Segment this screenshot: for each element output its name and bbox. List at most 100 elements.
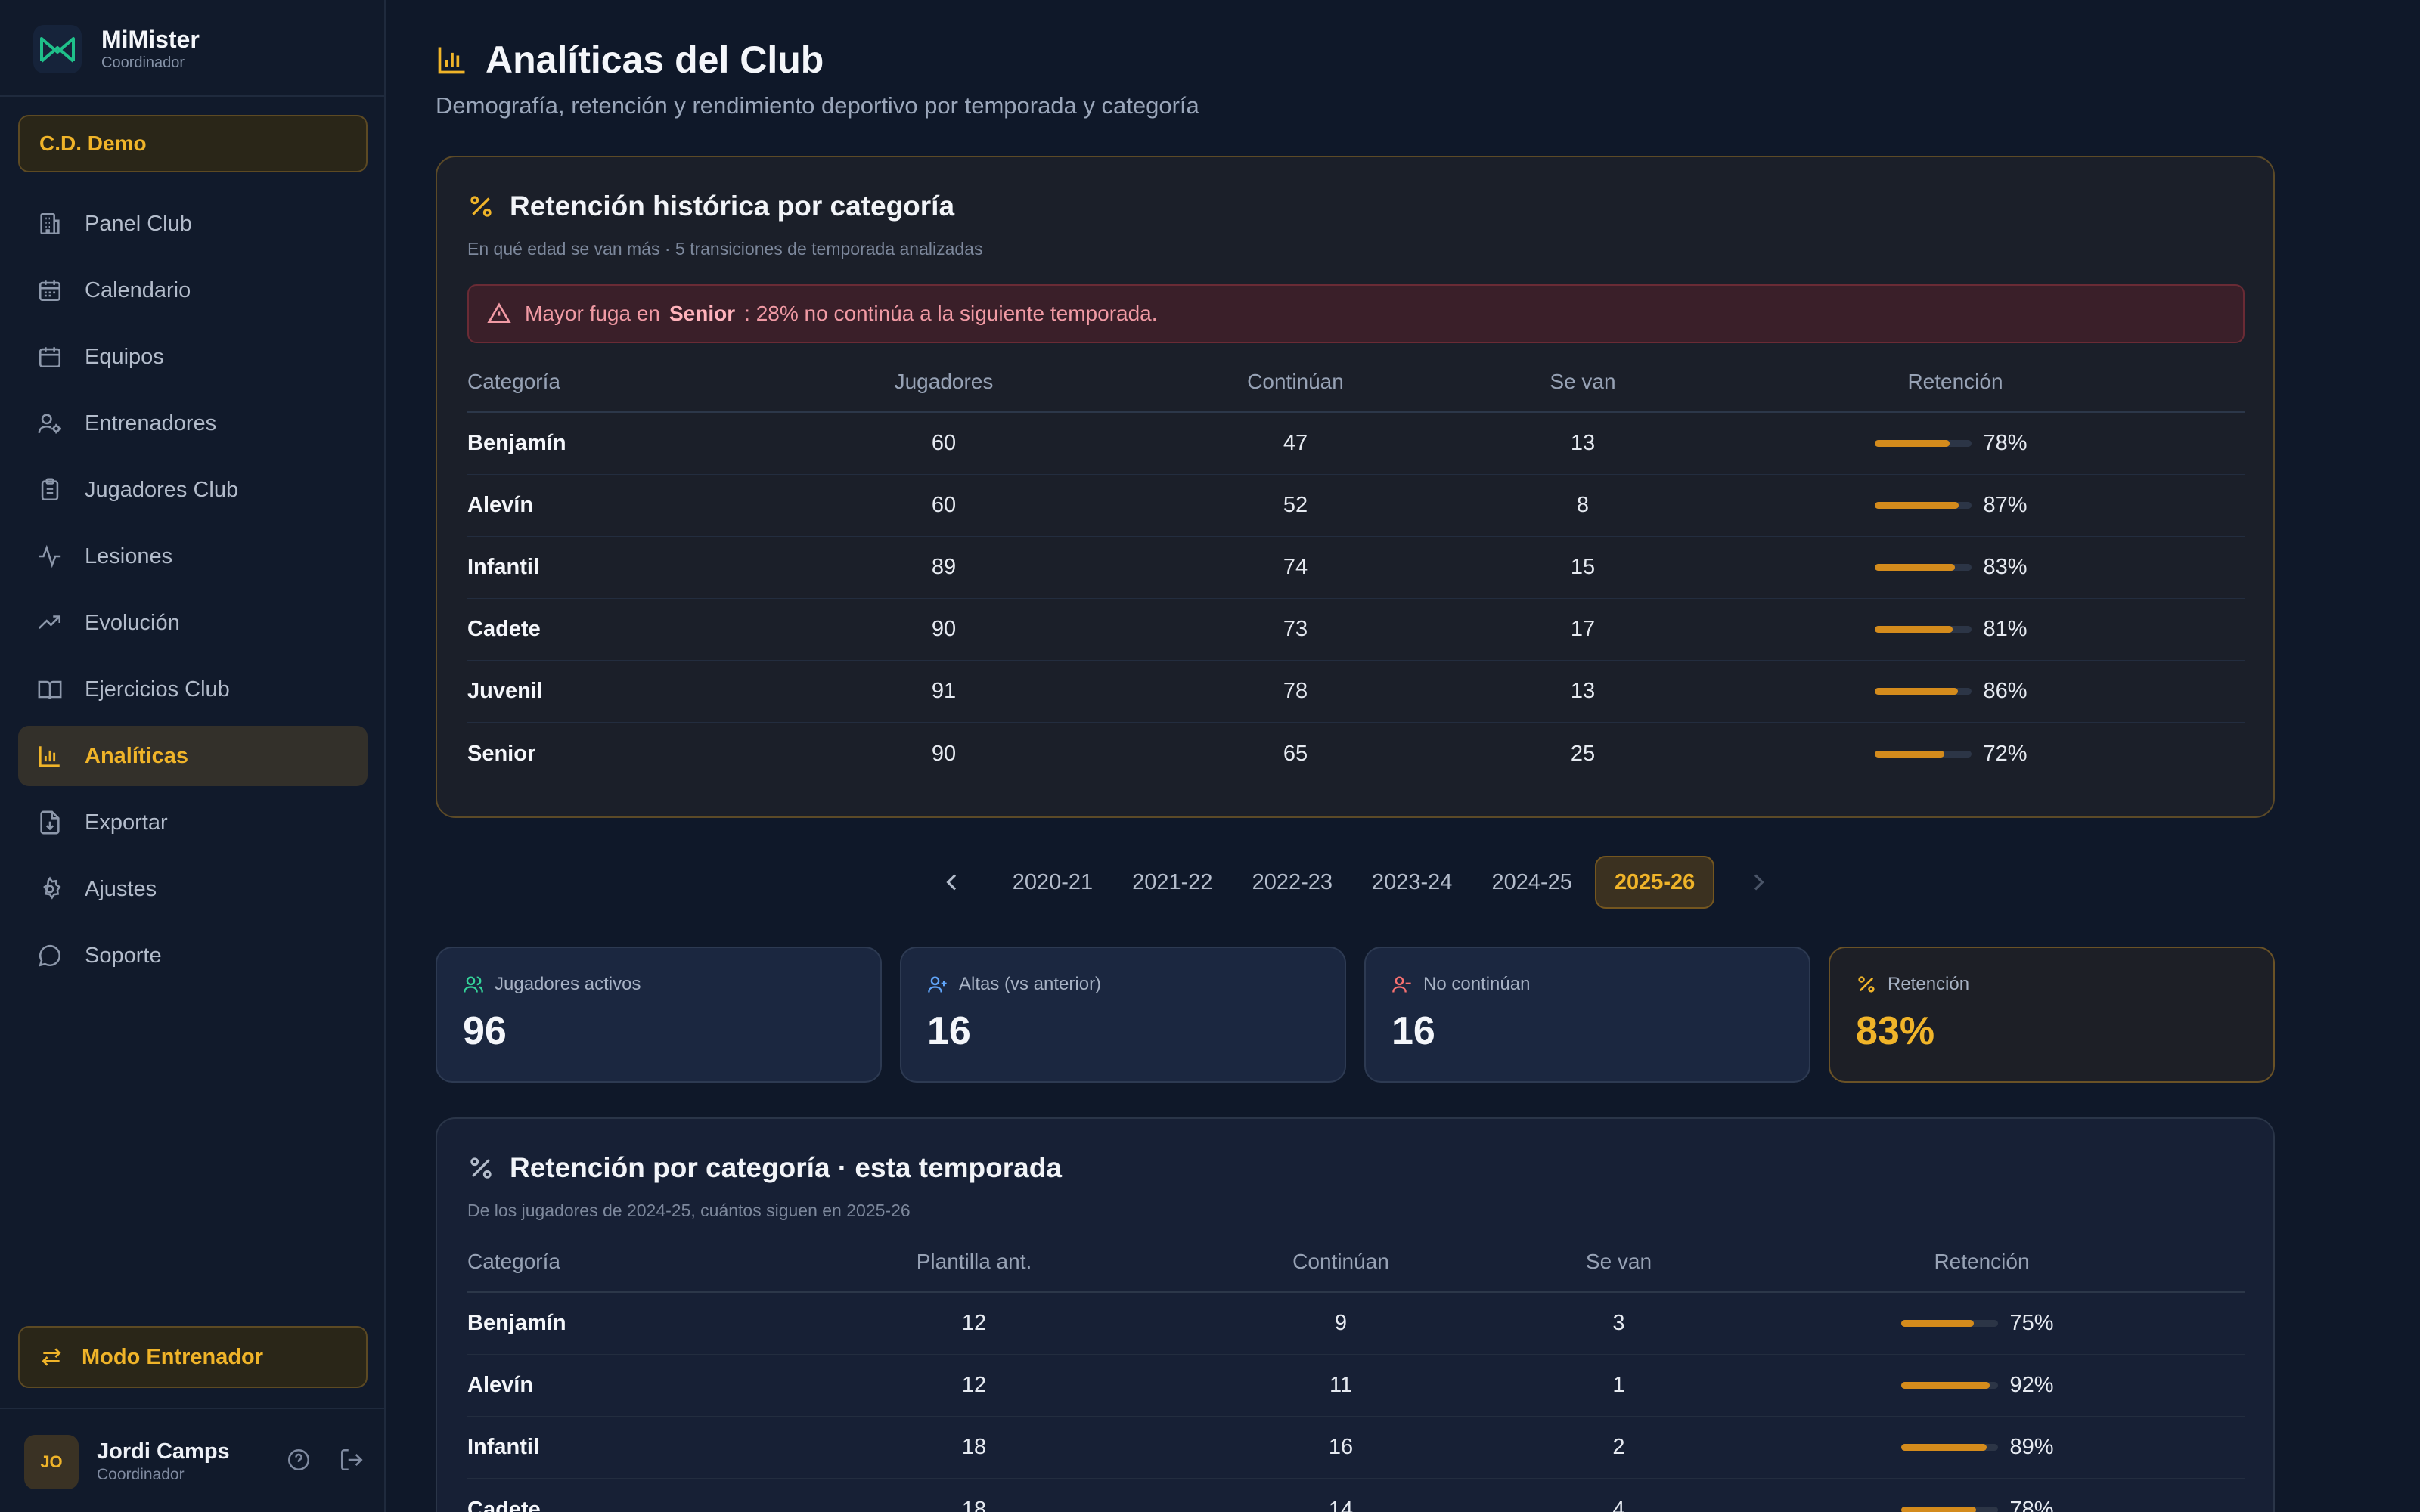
stat-card-not-continuing: No continúan 16 <box>1364 947 1810 1083</box>
sidebar-item-label: Soporte <box>85 943 162 968</box>
table-row: Infantil 18 16 2 89% <box>467 1417 2245 1479</box>
retention-bar-fill <box>1900 1382 1990 1389</box>
next-season-button[interactable] <box>1736 856 1781 909</box>
chat-icon <box>35 940 65 971</box>
help-icon[interactable] <box>286 1447 312 1473</box>
season-tab[interactable]: 2020-21 <box>996 856 1109 909</box>
brand[interactable]: MiMister Coordinador <box>33 23 200 76</box>
cell-leave: 8 <box>1576 493 1590 517</box>
sidebar-item-label: Ajustes <box>85 876 157 901</box>
building-icon <box>35 209 65 239</box>
page-title: Analíticas del Club <box>486 39 824 81</box>
cell-retention: 87% <box>1677 493 2233 518</box>
coach-mode-button[interactable]: Modo Entrenador <box>18 1326 368 1388</box>
cell-players: 90 <box>931 617 957 641</box>
swap-icon <box>39 1345 64 1369</box>
retention-bar <box>1900 1320 1998 1327</box>
retention-percent: 72% <box>1983 741 2028 766</box>
cell-players: 89 <box>931 555 957 579</box>
cell-category: Senior <box>467 741 536 766</box>
retention-bar <box>1874 502 1972 509</box>
column-header: Categoría <box>467 1250 560 1273</box>
sidebar-item-evolucion[interactable]: Evolución <box>18 593 368 653</box>
trending-up-icon <box>35 608 65 638</box>
clipboard-icon <box>35 475 65 505</box>
season-tab[interactable]: 2021-22 <box>1115 856 1229 909</box>
logout-icon[interactable] <box>339 1447 365 1473</box>
cell-players: 12 <box>961 1373 987 1397</box>
cell-leave: 25 <box>1570 741 1596 766</box>
club-name: C.D. Demo <box>39 132 147 155</box>
sidebar-item-label: Analíticas <box>85 743 188 768</box>
season-tab-selected[interactable]: 2025-26 <box>1594 856 1715 909</box>
retention-bar-fill <box>1874 440 1950 447</box>
cell-continue: 78 <box>1283 679 1308 703</box>
table-row: Infantil 89 74 15 83% <box>467 537 2245 599</box>
sidebar-item-soporte[interactable]: Soporte <box>18 925 368 986</box>
retention-percent: 78% <box>1983 431 2028 455</box>
retention-percent: 89% <box>2009 1435 2054 1459</box>
season-tab[interactable]: 2024-25 <box>1475 856 1588 909</box>
sidebar-item-panel-club[interactable]: Panel Club <box>18 194 368 254</box>
sidebar-item-equipos[interactable]: Equipos <box>18 327 368 387</box>
cell-continue: 47 <box>1283 431 1308 455</box>
cell-category: Alevín <box>467 1373 534 1397</box>
sidebar-item-label: Lesiones <box>85 544 173 569</box>
card-title: Retención por categoría · esta temporada <box>510 1152 1062 1183</box>
column-header: Retención <box>1934 1250 2030 1273</box>
alert-prefix: Mayor fuga en <box>525 302 660 325</box>
cell-retention: 78% <box>1677 431 2233 456</box>
sidebar-item-ejercicios-club[interactable]: Ejercicios Club <box>18 659 368 720</box>
retention-bar <box>1874 688 1972 695</box>
cell-continue: 16 <box>1328 1435 1354 1459</box>
retention-bar <box>1874 440 1972 447</box>
sidebar-item-jugadores-club[interactable]: Jugadores Club <box>18 460 368 520</box>
stat-value: 96 <box>463 1009 507 1053</box>
cell-leave: 13 <box>1570 431 1596 455</box>
retention-bar <box>1900 1382 1998 1389</box>
cell-retention: 86% <box>1677 679 2233 704</box>
season-tab[interactable]: 2022-23 <box>1236 856 1349 909</box>
sidebar-item-calendario[interactable]: Calendario <box>18 260 368 321</box>
stat-label: Retención <box>1888 974 1970 994</box>
avatar[interactable]: JO <box>24 1435 79 1489</box>
sidebar-item-exportar[interactable]: Exportar <box>18 792 368 853</box>
cell-category: Cadete <box>467 1497 541 1512</box>
user-profile: JO Jordi Camps Coordinador <box>24 1432 365 1492</box>
table-row: Cadete 18 14 4 78% <box>467 1479 2245 1512</box>
cell-category: Infantil <box>467 1435 540 1459</box>
retention-bar-fill <box>1874 564 1955 571</box>
table-row: Alevín 12 11 1 92% <box>467 1355 2245 1417</box>
gear-icon <box>35 874 65 904</box>
percent-icon <box>1856 974 1877 995</box>
previous-season-button[interactable] <box>929 856 975 909</box>
cell-leave: 1 <box>1612 1373 1625 1397</box>
season-retention-card: Retención por categoría · esta temporada… <box>436 1117 2275 1512</box>
cell-continue: 14 <box>1328 1497 1354 1512</box>
cell-players: 60 <box>931 431 957 455</box>
historic-retention-table: Categoría Jugadores Continúan Se van Ret… <box>467 352 2245 785</box>
brand-role: Coordinador <box>101 54 185 71</box>
table-row: Benjamín 60 47 13 78% <box>467 413 2245 475</box>
cell-retention: 81% <box>1677 617 2233 642</box>
sidebar-item-label: Evolución <box>85 610 180 635</box>
page-subtitle: Demografía, retención y rendimiento depo… <box>436 92 1199 119</box>
sidebar-item-ajustes[interactable]: Ajustes <box>18 859 368 919</box>
club-selector[interactable]: C.D. Demo <box>18 115 368 172</box>
sidebar-item-label: Entrenadores <box>85 411 217 435</box>
calendar-grid-icon <box>35 275 65 305</box>
cell-leave: 17 <box>1570 617 1596 641</box>
cell-leave: 3 <box>1612 1311 1625 1335</box>
sidebar-item-analiticas[interactable]: Analíticas <box>18 726 368 786</box>
sidebar-item-lesiones[interactable]: Lesiones <box>18 526 368 587</box>
user-cog-icon <box>35 408 65 438</box>
season-tab[interactable]: 2023-24 <box>1355 856 1469 909</box>
retention-percent: 87% <box>1983 493 2028 517</box>
cell-leave: 13 <box>1570 679 1596 703</box>
sidebar-item-entrenadores[interactable]: Entrenadores <box>18 393 368 454</box>
column-header: Categoría <box>467 370 560 393</box>
cell-continue: 74 <box>1283 555 1308 579</box>
cell-category: Benjamín <box>467 431 566 455</box>
cell-leave: 2 <box>1612 1435 1625 1459</box>
cell-retention: 89% <box>1749 1435 2214 1460</box>
